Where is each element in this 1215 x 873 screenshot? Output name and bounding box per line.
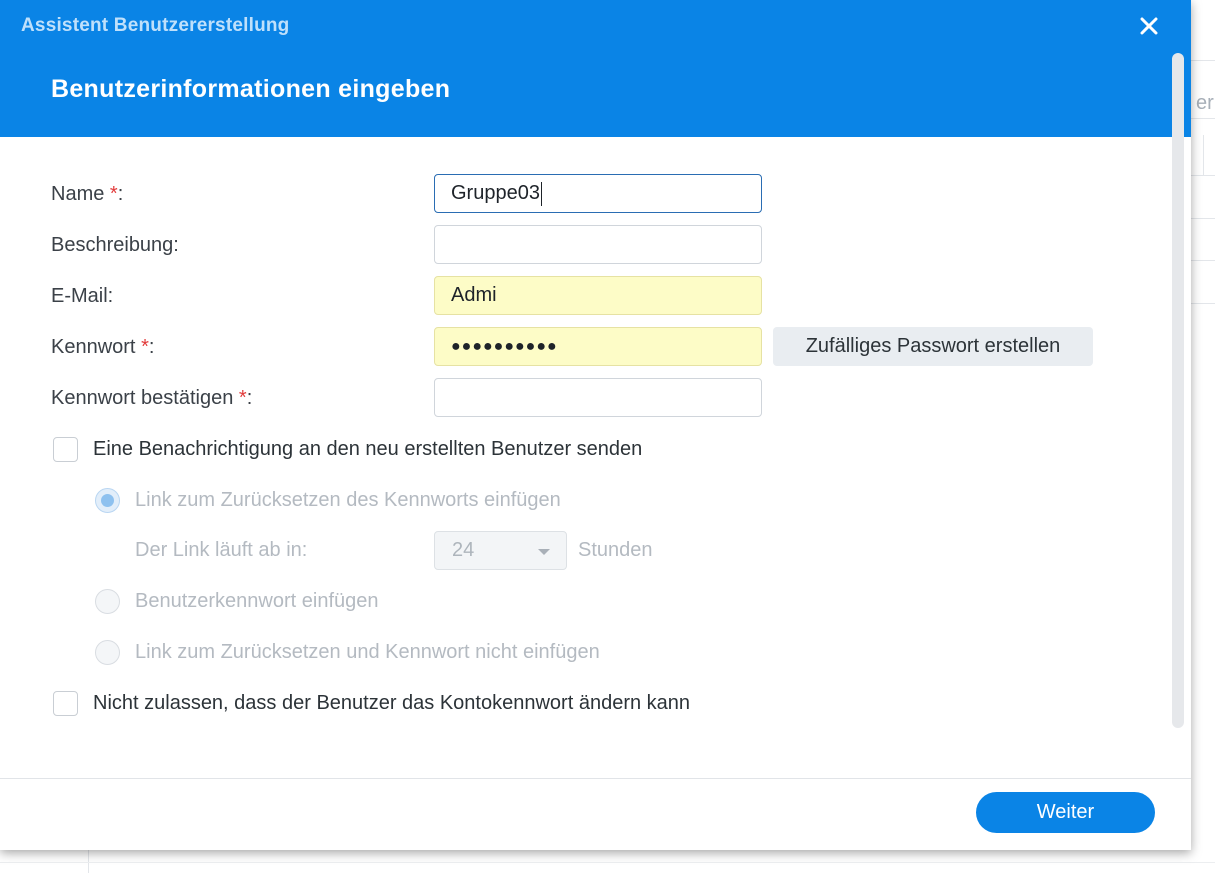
bg-divider	[1203, 135, 1204, 175]
required-mark: *	[141, 336, 149, 358]
radio-include-user-password[interactable]	[95, 589, 120, 614]
link-expiry-unit: Stunden	[578, 539, 653, 561]
deny-password-change-checkbox[interactable]	[53, 691, 78, 716]
radio-include-nothing[interactable]	[95, 640, 120, 665]
window-title: Assistent Benutzererstellung	[21, 15, 290, 36]
radio-include-nothing-label[interactable]: Link zum Zurücksetzen und Kennwort nicht…	[135, 641, 600, 664]
text-caret	[540, 181, 542, 206]
bg-partial-text: er	[1196, 92, 1214, 114]
required-mark: *	[238, 387, 247, 409]
name-label: Name *:	[51, 183, 124, 205]
footer-divider	[0, 778, 1191, 779]
confirm-password-label: Kennwort bestätigen *:	[51, 387, 253, 409]
password-masked-value: ●●●●●●●●●●	[451, 337, 558, 355]
bg-divider	[1191, 175, 1215, 176]
bg-divider	[0, 862, 1215, 863]
bg-divider	[1191, 218, 1215, 219]
dialog-header: Assistent Benutzererstellung Benutzerinf…	[0, 0, 1191, 137]
scrollbar[interactable]	[1172, 53, 1184, 728]
chevron-down-icon	[538, 549, 550, 555]
required-mark: *	[109, 183, 118, 205]
link-expiry-label: Der Link läuft ab in:	[135, 539, 308, 561]
bg-divider	[1191, 303, 1215, 304]
generate-random-password-button[interactable]: Zufälliges Passwort erstellen	[773, 327, 1093, 366]
email-label: E-Mail:	[51, 285, 114, 307]
create-user-wizard-dialog: Assistent Benutzererstellung Benutzerinf…	[0, 0, 1191, 850]
deny-password-change-label[interactable]: Nicht zulassen, dass der Benutzer das Ko…	[93, 692, 690, 715]
radio-include-user-password-label[interactable]: Benutzerkennwort einfügen	[135, 590, 379, 613]
radio-include-reset-link-label[interactable]: Link zum Zurücksetzen des Kennworts einf…	[135, 489, 561, 512]
password-label: Kennwort *:	[51, 336, 155, 358]
link-expiry-select[interactable]: 24	[434, 531, 567, 570]
step-title: Benutzerinformationen eingeben	[51, 75, 451, 103]
description-input[interactable]	[434, 225, 762, 264]
name-input[interactable]: Gruppe03	[434, 174, 762, 213]
close-icon	[1140, 17, 1158, 35]
bg-divider	[1191, 118, 1215, 119]
confirm-password-input[interactable]	[434, 378, 762, 417]
email-value: Admi	[451, 284, 497, 306]
password-input[interactable]: ●●●●●●●●●●	[434, 327, 762, 366]
description-label: Beschreibung:	[51, 234, 179, 256]
next-button[interactable]: Weiter	[976, 792, 1155, 833]
notify-user-checkbox[interactable]	[53, 437, 78, 462]
email-input[interactable]: Admi	[434, 276, 762, 315]
close-button[interactable]	[1134, 11, 1164, 41]
notify-user-label[interactable]: Eine Benachrichtigung an den neu erstell…	[93, 438, 642, 461]
bg-divider	[1191, 260, 1215, 261]
bg-divider	[1191, 60, 1215, 61]
radio-selected-dot	[101, 494, 114, 507]
link-expiry-value: 24	[452, 539, 475, 561]
radio-include-reset-link[interactable]	[95, 488, 120, 513]
name-value: Gruppe03	[451, 182, 540, 204]
